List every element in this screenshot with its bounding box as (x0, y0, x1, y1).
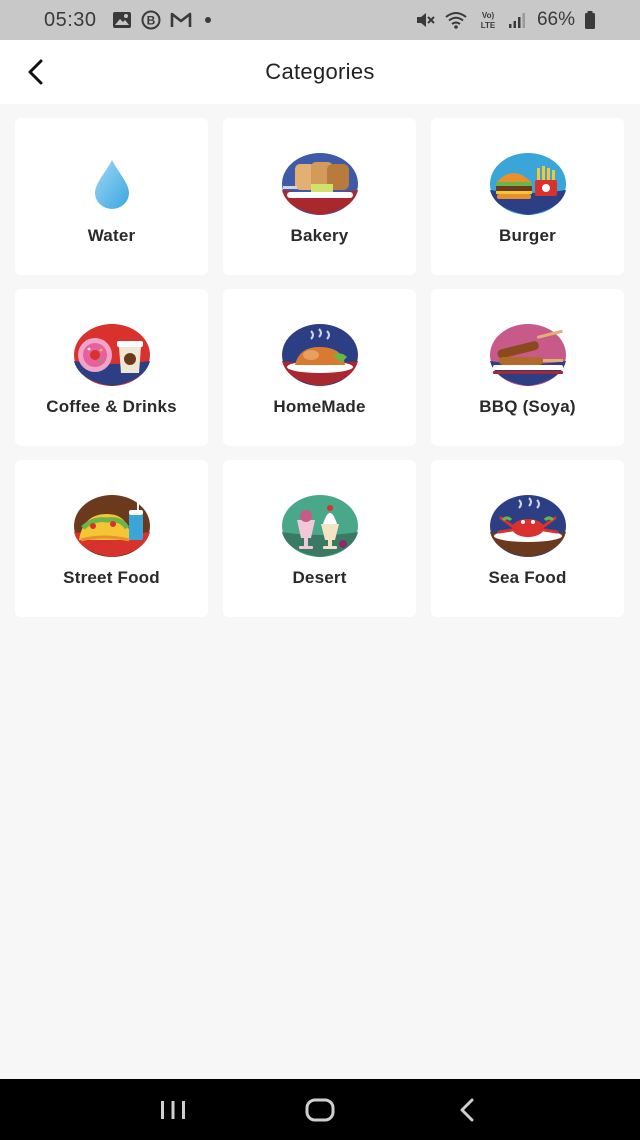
status-left: 05:30 B (44, 9, 211, 32)
recents-button[interactable] (143, 1085, 203, 1135)
category-card-street-food[interactable]: Street Food (15, 460, 208, 617)
wifi-icon (444, 10, 468, 30)
image-icon (112, 11, 132, 29)
bakery-icon (281, 152, 359, 216)
nav-back-button[interactable] (437, 1085, 497, 1135)
volte-icon: Vo) LTE (477, 9, 499, 31)
seafood-icon (489, 494, 567, 558)
app-bar: Categories (0, 40, 640, 104)
mute-icon (415, 10, 435, 30)
category-card-seafood[interactable]: Sea Food (431, 460, 624, 617)
category-label: Coffee & Drinks (46, 397, 177, 416)
category-label: Desert (292, 568, 347, 587)
battery-percent: 66% (536, 9, 575, 30)
street-food-icon (73, 494, 151, 558)
status-bar: 05:30 B Vo) LTE 66% (0, 0, 640, 40)
status-time: 05:30 (44, 8, 97, 31)
category-label: Water (87, 226, 136, 245)
status-right: Vo) LTE 66% (415, 9, 596, 31)
back-arrow-icon (28, 59, 43, 85)
page-title: Categories (265, 59, 375, 84)
dessert-icon (281, 494, 359, 558)
homemade-icon (281, 323, 359, 387)
bbq-icon (489, 323, 567, 387)
category-label: HomeMade (273, 397, 366, 416)
water-drop-icon (73, 152, 151, 216)
svg-text:B: B (146, 14, 155, 28)
category-card-burger[interactable]: Burger (431, 118, 624, 275)
system-nav-bar (0, 1079, 640, 1140)
category-grid: Water Bakery Burger Coffee & Drinks Home… (15, 118, 625, 617)
back-button[interactable] (18, 54, 54, 90)
category-label: BBQ (Soya) (479, 397, 576, 416)
signal-icon (508, 11, 526, 29)
gmail-icon (170, 11, 192, 29)
back-icon (460, 1098, 474, 1121)
category-card-bakery[interactable]: Bakery (223, 118, 416, 275)
coffee-drinks-icon (73, 323, 151, 387)
category-card-dessert[interactable]: Desert (223, 460, 416, 617)
category-card-homemade[interactable]: HomeMade (223, 289, 416, 446)
category-card-water[interactable]: Water (15, 118, 208, 275)
category-label: Bakery (290, 226, 349, 245)
burger-icon (489, 152, 567, 216)
b-circle-icon: B (141, 10, 161, 30)
dot-icon (204, 17, 211, 23)
svg-text:Vo): Vo) (482, 11, 495, 20)
category-label: Sea Food (488, 568, 567, 587)
category-card-coffee-drinks[interactable]: Coffee & Drinks (15, 289, 208, 446)
category-label: Burger (499, 226, 556, 245)
category-label: Street Food (63, 568, 160, 587)
svg-text:LTE: LTE (481, 21, 496, 30)
recents-icon (161, 1100, 186, 1119)
battery-icon (584, 10, 596, 30)
category-card-bbq[interactable]: BBQ (Soya) (431, 289, 624, 446)
home-button[interactable] (290, 1085, 350, 1135)
home-icon (305, 1098, 335, 1121)
